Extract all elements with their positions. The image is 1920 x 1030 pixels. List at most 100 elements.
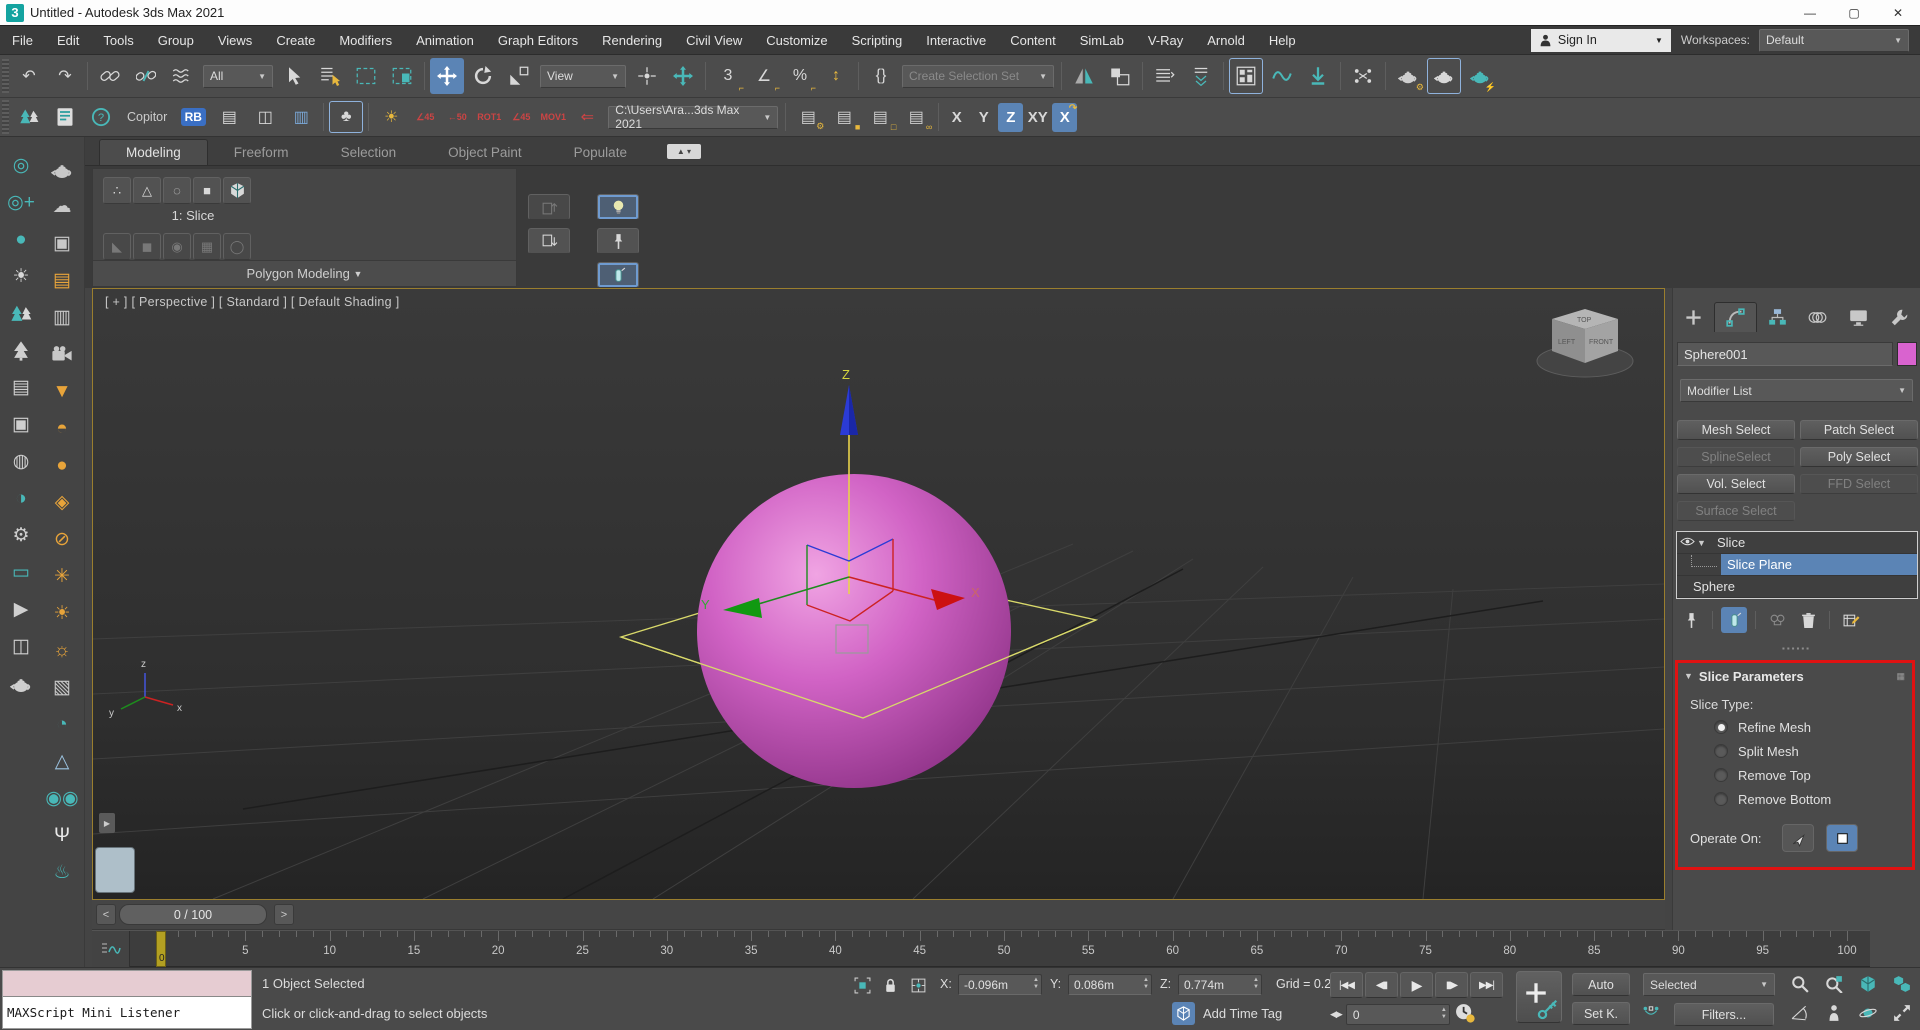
menu-civil-view[interactable]: Civil View [674,26,754,54]
swirl-object-icon[interactable]: ◍ [3,445,39,478]
tree-page-icon[interactable]: ▣ [3,408,39,441]
show-end-result-ribbon-icon[interactable] [597,194,639,220]
x-coord-field[interactable]: -0.096m▲▼ [958,974,1042,995]
docked-layout-button[interactable] [95,847,135,893]
close-button[interactable]: ✕ [1876,0,1920,25]
help-tool-icon[interactable]: ? [84,101,118,133]
tab-modify[interactable] [1714,302,1757,332]
track-bar[interactable]: 0051015202530354045505560657075808590951… [92,930,1870,967]
radio-button[interactable] [1714,768,1728,782]
menu-v-ray[interactable]: V-Ray [1136,26,1195,54]
use-pivot-point-icon[interactable] [630,58,664,94]
video-player-icon[interactable]: ▶ [3,593,39,626]
menu-help[interactable]: Help [1257,26,1308,54]
modifier-list-dropdown[interactable]: Modifier List▼ [1680,379,1913,402]
script-folder-icon[interactable]: ▤■ [827,101,861,133]
ies-light-icon[interactable]: ☼ [44,634,80,667]
zoom-extents-all-icon[interactable] [1886,971,1917,997]
percent-snap-icon[interactable]: %⌐ [783,58,817,94]
visibility-eye-icon[interactable] [1677,534,1697,552]
maximize-viewport-icon[interactable] [1886,1000,1917,1026]
time-slider-handle[interactable]: 0 / 100 [119,904,267,925]
go-to-end-button[interactable]: ▶▶| [1470,972,1503,998]
menu-rendering[interactable]: Rendering [590,26,674,54]
rollout-header[interactable]: ▼ Slice Parameters ▦ [1678,663,1912,687]
configure-modifier-sets-icon[interactable] [1838,607,1864,633]
menu-animation[interactable]: Animation [404,26,486,54]
radio-button[interactable] [1714,744,1728,758]
tab-motion[interactable] [1797,302,1838,332]
zoom-all-icon[interactable] [1818,971,1849,997]
menu-interactive[interactable]: Interactive [914,26,998,54]
polygon-mode-icon[interactable]: ■ [193,177,221,204]
named-selection-sets-icon[interactable]: {} [864,58,898,94]
disc-light-icon[interactable]: ⊘ [44,523,80,556]
spot-light-icon[interactable]: ▼ [44,375,80,408]
mov1-measure-icon[interactable]: MOV1 [538,101,568,133]
pinch-tool-icon[interactable]: ◣ [103,233,131,260]
vray-camera-add-icon[interactable]: ◎+ [3,186,39,219]
expand-tray-button[interactable]: ▶ [99,813,115,833]
time-configuration-icon[interactable] [1454,1002,1476,1027]
split-view-icon[interactable]: ◫ [3,630,39,663]
grass-icon[interactable]: Ψ [44,819,80,852]
stack-row[interactable]: Sphere [1677,576,1917,598]
select-and-move-icon[interactable] [430,58,464,94]
walk-through-icon[interactable] [1818,1000,1849,1026]
burst-measure-icon[interactable]: ☀ [374,101,408,133]
next-modifier-icon[interactable] [528,228,570,254]
asset-browser-icon[interactable]: ▣ [44,227,80,260]
bevel-tool-icon[interactable]: ◉ [163,233,191,260]
zoom-extents-icon[interactable] [1852,971,1883,997]
scene-explorer-icon[interactable] [1184,58,1218,94]
redo-icon[interactable]: ↷ [48,58,82,94]
restrict-xy-swirl-button[interactable]: X↷ [1052,103,1077,132]
poly-select-button[interactable]: Poly Select [1800,447,1918,467]
operate-on-polygon-button[interactable] [1826,824,1858,852]
rb-tool-button[interactable]: RB [176,101,210,133]
go-to-start-button[interactable]: |◀◀ [1330,972,1363,998]
remove-modifier-icon[interactable] [1795,607,1821,633]
clover-tool-icon[interactable]: ♣ [329,101,363,133]
window-crossing-icon[interactable] [385,58,419,94]
pyramid-gizmo-icon[interactable]: △ [44,745,80,778]
slice-type-option-refine-mesh[interactable]: Refine Mesh [1714,718,1912,736]
play-button[interactable]: ▶ [1400,972,1433,998]
restrict-z-button[interactable]: Z [998,103,1023,132]
maxscript-mini-listener[interactable]: MAXScript Mini Listener [2,970,252,1029]
select-object-icon[interactable] [277,58,311,94]
maxscript-input[interactable]: MAXScript Mini Listener [3,997,251,1028]
forest-trees-icon[interactable] [3,297,39,330]
selection-lock-region-icon[interactable] [850,973,874,997]
filters-button[interactable]: Filters... [1674,1003,1774,1026]
vray-light-icon[interactable]: ● [3,223,39,256]
tree-list-icon[interactable]: ▤ [3,371,39,404]
expander-icon[interactable]: ▼ [1697,538,1713,548]
menu-modifiers[interactable]: Modifiers [327,26,404,54]
menu-graph-editors[interactable]: Graph Editors [486,26,590,54]
tab-create[interactable] [1673,302,1714,332]
grid-tool-icon[interactable]: ▦ [193,233,221,260]
menu-customize[interactable]: Customize [754,26,839,54]
menu-content[interactable]: Content [998,26,1068,54]
ribbon-tab-populate[interactable]: Populate [548,140,653,165]
project-path-dropdown[interactable]: C:\Users\Ara...3ds Max 2021▼ [608,106,778,129]
tab-hierarchy[interactable] [1757,302,1798,332]
menu-views[interactable]: Views [206,26,264,54]
ribbon-collapse-button[interactable]: ▲ ▾ [667,144,701,159]
bind-to-space-warp-icon[interactable] [165,58,199,94]
cabinet-tool-icon[interactable]: ▤ [212,101,246,133]
photo-stack-icon[interactable]: ◑ [3,482,39,515]
restrict-x-button[interactable]: X [944,103,969,132]
ribbon-toggle-icon[interactable] [1229,58,1263,94]
fire-cube-icon[interactable]: ♨ [44,856,80,889]
menu-edit[interactable]: Edit [45,26,91,54]
maximize-button[interactable]: ▢ [1832,0,1876,25]
angle-45-measure-icon[interactable]: ∠45 [410,101,440,133]
polygon-modeling-footer[interactable]: Polygon Modeling ▼ [93,260,516,286]
slice-type-option-remove-top[interactable]: Remove Top [1714,766,1912,784]
sphere-slice-icon[interactable]: ◔ [44,708,80,741]
tab-display[interactable] [1838,302,1879,332]
menu-simlab[interactable]: SimLab [1068,26,1136,54]
rendered-frame-icon[interactable] [1427,58,1461,94]
